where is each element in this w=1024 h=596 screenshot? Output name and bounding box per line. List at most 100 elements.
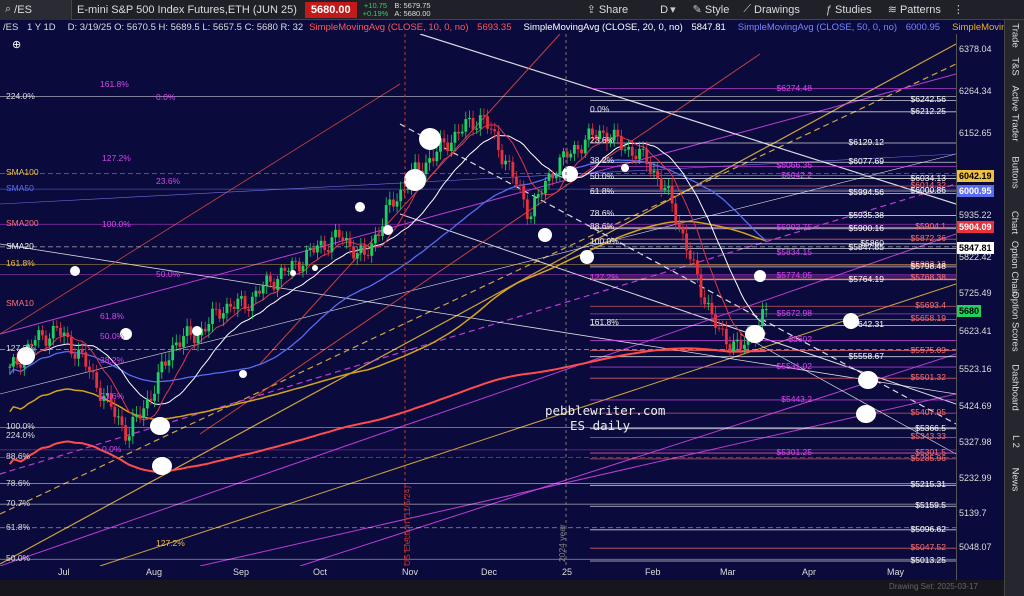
share-button[interactable]: ⇪ Share	[582, 0, 634, 20]
status-bar: Drawing Set: 2025-03-17	[0, 580, 1004, 596]
sidebar-tab-l-2[interactable]: L 2	[1005, 424, 1024, 458]
sma10-legend[interactable]: SimpleMovingAvg (CLOSE, 10, 0, no) 5693.…	[309, 22, 517, 33]
candle-body-200	[732, 341, 736, 351]
sidebar-tab-chart[interactable]: Chart	[1005, 200, 1024, 244]
studies-label: Studies	[835, 3, 872, 16]
candle-body-24	[95, 372, 99, 388]
candle-body-170	[623, 149, 627, 151]
price-chart[interactable]: US Election (11/5/24) 2024 year ⊕	[0, 34, 956, 566]
pivot-marker-1	[70, 266, 80, 276]
candle-body-23	[91, 370, 95, 373]
candle-body-201	[735, 339, 739, 342]
sidebar-tab-active-trader[interactable]: Active Trader	[1005, 82, 1024, 144]
sidebar-tab-dashboard[interactable]: Dashboard	[1005, 352, 1024, 422]
candle-body-195	[714, 314, 717, 328]
pivot-marker-17	[754, 270, 766, 282]
candle-body-50	[189, 326, 193, 336]
studies-button[interactable]: ƒ Studies	[821, 0, 877, 20]
more-button[interactable]: ⋮	[948, 0, 972, 20]
sma20-name: SimpleMovingAvg (CLOSE, 20, 0, no)	[523, 21, 683, 33]
candle-body-106	[392, 199, 395, 207]
price-axis[interactable]: 6378.04 6264.34 6152.65 6042.19 6000.95 5935.…	[956, 34, 1004, 580]
sidebar-tab-label: Option Chain	[1009, 240, 1021, 296]
candle-body-62	[232, 306, 236, 310]
candle-body-185	[677, 224, 681, 228]
candle-body-25	[98, 387, 102, 401]
candle-body-86	[319, 240, 323, 246]
candle-body-9	[40, 330, 44, 336]
candle-body-197	[721, 328, 725, 330]
sidebar-tab-label: T&S	[1009, 56, 1021, 76]
candle-body-90	[334, 229, 337, 238]
candle-body-32	[124, 425, 128, 441]
sidebar-tab-news[interactable]: News	[1005, 460, 1024, 498]
symbol-selector[interactable]: ⌕ /ES	[0, 0, 72, 20]
sma50-legend[interactable]: SimpleMovingAvg (CLOSE, 50, 0, no) 6000.…	[738, 22, 946, 33]
candle-body-136	[500, 149, 504, 165]
candle-body-169	[620, 136, 623, 151]
sidebar-tab-t-s[interactable]: T&S	[1005, 52, 1024, 80]
candle-body-99	[366, 254, 370, 256]
time-tick-7: Feb	[645, 567, 661, 577]
candle-body-0	[8, 366, 12, 368]
sidebar-tab-buttons[interactable]: Buttons	[1005, 146, 1024, 198]
candle-body-81	[301, 265, 305, 272]
candle-body-161	[591, 128, 594, 135]
patterns-label: Patterns	[899, 3, 941, 16]
sidebar-tab-trade[interactable]: Trade	[1005, 20, 1024, 50]
candle-body-131	[482, 115, 486, 117]
pivot-marker-9	[355, 202, 365, 212]
price-tick-13: 5424.69	[959, 400, 992, 411]
patterns-button[interactable]: ≋ Patterns	[883, 0, 946, 20]
candle-body-183	[670, 186, 674, 204]
candle-body-76	[283, 267, 287, 271]
candle-body-163	[598, 130, 602, 139]
time-tick-2: Sep	[233, 567, 250, 577]
candle-body-155	[569, 153, 573, 158]
horizontal-levels	[0, 88, 956, 562]
sidebar-tab-label: Chart	[1009, 210, 1021, 234]
chart-settings-icon[interactable]: ⊕	[12, 39, 21, 51]
candle-body-156	[572, 145, 576, 154]
candle-body-60	[225, 303, 229, 314]
style-button[interactable]: ✎ Style	[688, 0, 735, 20]
sma200-legend[interactable]: SimpleMovingAvg (C	[952, 22, 1004, 33]
candle-body-49	[185, 326, 189, 336]
time-axis[interactable]: Jul Aug Sep Oct Nov Dec 25 Feb Mar Apr May	[0, 566, 956, 580]
sidebar-tab-label: Active Trader	[1009, 85, 1021, 141]
sidebar-tab-option-scores[interactable]: Option Scores	[1005, 291, 1024, 351]
chart-description: E-mini S&P 500 Index Futures,ETH (JUN 25…	[72, 0, 302, 20]
candle-body-78	[290, 260, 294, 271]
price-change: +10.75 +0.19%	[360, 0, 392, 20]
sidebar-tab-option-chain[interactable]: Option Chain	[1005, 240, 1024, 295]
candle-body-1	[12, 357, 15, 367]
candle-body-33	[127, 436, 131, 441]
candle-body-162	[594, 134, 598, 139]
candle-body-67	[250, 296, 254, 311]
candle-body-203	[743, 344, 746, 350]
share-icon: ⇪	[586, 4, 596, 16]
candle-body-178	[652, 170, 656, 173]
candle-body-14	[59, 327, 62, 336]
pivot-marker-3	[192, 326, 202, 336]
candle-body-101	[373, 234, 377, 244]
candle-body-21	[84, 352, 88, 367]
candle-body-71	[265, 275, 269, 286]
candle-body-139	[511, 161, 515, 177]
sma20-legend[interactable]: SimpleMovingAvg (CLOSE, 20, 0, no) 5847.…	[524, 22, 732, 33]
candle-body-91	[337, 229, 341, 238]
candle-body-12	[51, 325, 55, 339]
candle-body-72	[268, 275, 272, 282]
timeframe-button[interactable]: D ▾	[655, 0, 683, 20]
drawings-label: Drawings	[754, 3, 800, 16]
candle-body-150	[551, 173, 555, 179]
candle-body-100	[370, 243, 374, 256]
candle-body-129	[475, 128, 479, 130]
candle-body-19	[77, 349, 80, 359]
drawings-button[interactable]: ⟋ Drawings	[738, 0, 805, 20]
candle-body-29	[113, 406, 117, 417]
time-tick-10: May	[887, 567, 905, 577]
candle-body-54	[203, 328, 207, 332]
price-tick-16: 5139.7	[959, 507, 987, 518]
time-tick-6: 25	[562, 567, 573, 577]
